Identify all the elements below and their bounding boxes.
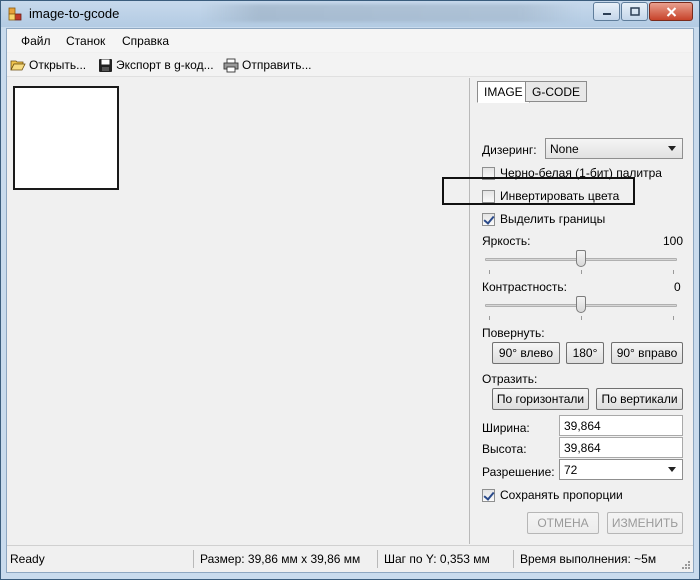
rotate-180-button[interactable]: 180° <box>566 342 604 364</box>
image-preview <box>13 86 119 190</box>
export-label: Экспорт в g-код... <box>116 58 214 72</box>
resolution-label: Разрешение: <box>482 465 555 479</box>
brightness-label: Яркость: <box>482 234 531 248</box>
client-area: Файл Станок Справка Открыть... Экспорт в… <box>6 28 694 573</box>
apply-button[interactable]: ИЗМЕНИТЬ <box>607 512 683 534</box>
contrast-value: 0 <box>674 280 681 294</box>
window-title: image-to-gcode <box>29 6 120 21</box>
status-bar: Ready Размер: 39,86 мм x 39,86 мм Шаг по… <box>7 545 693 572</box>
dithering-value: None <box>550 141 579 156</box>
app-window: image-to-gcode Файл Станок Справка Откры… <box>0 0 700 580</box>
status-time: Время выполнения: ~5м <box>520 552 657 566</box>
edges-checkbox[interactable]: Выделить границы <box>482 212 605 226</box>
chevron-down-icon <box>668 467 676 472</box>
save-disk-icon <box>99 58 112 72</box>
menu-bar: Файл Станок Справка <box>7 29 693 52</box>
export-button[interactable]: Экспорт в g-код... <box>98 56 214 74</box>
app-icon <box>8 7 22 21</box>
width-label: Ширина: <box>482 421 530 435</box>
image-canvas-area[interactable] <box>7 78 470 544</box>
status-separator <box>513 550 514 568</box>
status-state: Ready <box>10 552 45 566</box>
toolbar: Открыть... Экспорт в g-код... Отправить.… <box>7 53 693 77</box>
edges-label: Выделить границы <box>500 212 606 226</box>
height-field[interactable]: 39,864 <box>559 437 683 458</box>
status-separator <box>377 550 378 568</box>
keep-ratio-checkbox[interactable]: Сохранять пропорции <box>482 488 623 502</box>
tab-gcode[interactable]: G-CODE <box>525 81 587 102</box>
status-step: Шаг по Y: 0,353 мм <box>384 552 490 566</box>
menu-file[interactable]: Файл <box>21 34 51 48</box>
resolution-value: 72 <box>564 462 578 477</box>
dithering-label: Дизеринг: <box>482 143 537 157</box>
mirror-horizontal-button[interactable]: По горизонтали <box>492 388 589 410</box>
folder-open-icon <box>10 60 26 71</box>
settings-panel: IMAGE G-CODE Дизеринг: None Черно-белая … <box>471 78 693 544</box>
mirror-vertical-button[interactable]: По вертикали <box>596 388 683 410</box>
menu-machine[interactable]: Станок <box>66 34 105 48</box>
height-label: Высота: <box>482 442 527 456</box>
width-field[interactable]: 39,864 <box>559 415 683 436</box>
menu-help[interactable]: Справка <box>122 34 169 48</box>
minimize-icon <box>602 12 611 15</box>
rotate-left-button[interactable]: 90° влево <box>492 342 560 364</box>
send-button[interactable]: Отправить... <box>223 56 312 74</box>
dithering-select[interactable]: None <box>545 138 683 159</box>
title-bar[interactable]: image-to-gcode <box>1 1 699 27</box>
status-separator <box>193 550 194 568</box>
send-label: Отправить... <box>242 58 312 72</box>
annotation-highlight-box <box>442 177 635 205</box>
open-button[interactable]: Открыть... <box>10 56 86 74</box>
resolution-select[interactable]: 72 <box>559 459 683 480</box>
mirror-label: Отразить: <box>482 372 538 386</box>
contrast-label: Контрастность: <box>482 280 568 294</box>
close-button[interactable] <box>649 2 693 21</box>
rotate-right-button[interactable]: 90° вправо <box>611 342 683 364</box>
blurred-background-tabs <box>201 4 581 22</box>
brightness-value: 100 <box>663 234 684 248</box>
cancel-button[interactable]: ОТМЕНА <box>527 512 599 534</box>
chevron-down-icon <box>668 146 676 151</box>
maximize-icon <box>629 7 640 16</box>
keep-ratio-check[interactable] <box>482 488 495 502</box>
resize-grip-icon[interactable] <box>681 560 691 570</box>
open-label: Открыть... <box>29 58 87 72</box>
edges-check[interactable] <box>482 212 495 226</box>
status-size: Размер: 39,86 мм x 39,86 мм <box>200 552 361 566</box>
minimize-button[interactable] <box>593 2 620 21</box>
maximize-button[interactable] <box>621 2 648 21</box>
rotate-label: Повернуть: <box>482 326 545 340</box>
printer-icon <box>223 58 239 72</box>
close-icon <box>666 6 676 17</box>
tab-image[interactable]: IMAGE <box>477 81 530 103</box>
keep-ratio-label: Сохранять пропорции <box>500 488 623 502</box>
